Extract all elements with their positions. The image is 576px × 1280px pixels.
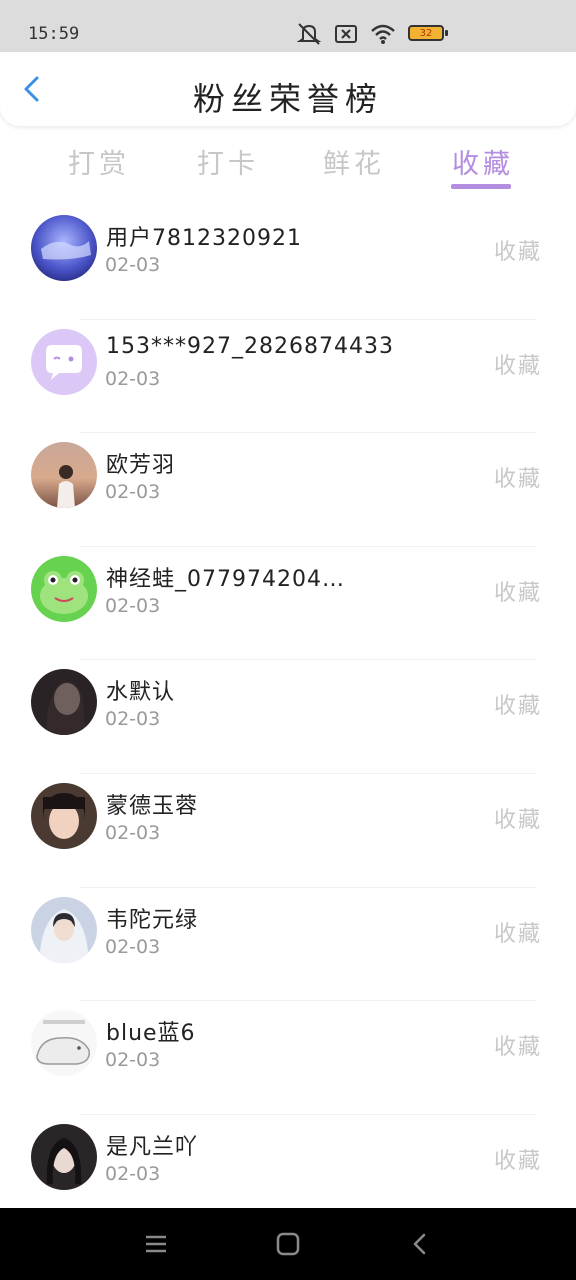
- battery-level: 32: [419, 27, 433, 39]
- action-label: 收藏: [493, 807, 542, 833]
- avatar: [31, 442, 97, 509]
- status-time: 15:59: [28, 24, 80, 44]
- action-label: 收藏: [493, 580, 542, 606]
- user-name: 神经蛙_077974204…: [106, 566, 345, 592]
- fan-list: 用户7812320921 02-03 收藏 153***927_28268744…: [0, 206, 576, 1228]
- item-date: 02-03: [105, 594, 161, 617]
- item-date: 02-03: [105, 1162, 161, 1185]
- system-nav-bar: [0, 1208, 576, 1280]
- list-item[interactable]: 153***927_2826874433 02-03 收藏: [0, 320, 576, 434]
- avatar: [31, 669, 97, 736]
- mute-icon: [296, 22, 322, 46]
- user-name: 欧芳羽: [106, 453, 176, 479]
- tab-favorites[interactable]: 收藏: [452, 142, 514, 181]
- action-label: 收藏: [493, 921, 542, 947]
- action-label: 收藏: [493, 240, 542, 265]
- list-item[interactable]: 水默认 02-03 收藏: [0, 660, 576, 774]
- user-name: blue蓝6: [106, 1021, 196, 1047]
- user-name: 蒙德玉蓉: [106, 793, 199, 819]
- tab-checkin[interactable]: 打卡: [197, 142, 259, 181]
- no-sim-icon: [334, 23, 358, 45]
- home-icon: [276, 1232, 300, 1256]
- header-bar: 粉丝荣誉榜: [0, 52, 576, 126]
- avatar: [31, 896, 97, 963]
- user-name: 水默认: [106, 680, 176, 706]
- list-item[interactable]: 韦陀元绿 02-03 收藏: [0, 888, 576, 1002]
- list-item[interactable]: 神经蛙_077974204… 02-03 收藏: [0, 547, 576, 661]
- list-item[interactable]: 蒙德玉蓉 02-03 收藏: [0, 774, 576, 888]
- action-label: 收藏: [493, 1035, 542, 1061]
- wifi-icon: [370, 23, 396, 45]
- user-name: 用户7812320921: [106, 226, 302, 251]
- item-date: 02-03: [105, 481, 161, 504]
- item-date: 02-03: [105, 1049, 161, 1072]
- avatar: [31, 328, 97, 395]
- list-item[interactable]: 欧芳羽 02-03 收藏: [0, 433, 576, 547]
- active-tab-indicator: [451, 184, 511, 189]
- item-date: 02-03: [105, 708, 161, 731]
- tab-reward[interactable]: 打赏: [68, 142, 130, 181]
- home-button[interactable]: [274, 1230, 302, 1258]
- action-label: 收藏: [493, 353, 542, 379]
- list-item[interactable]: 用户7812320921 02-03 收藏: [0, 206, 576, 320]
- avatar: [31, 1123, 97, 1190]
- item-date: 02-03: [105, 821, 161, 844]
- back-icon: [413, 1233, 426, 1255]
- status-bar: 15:59 32: [0, 0, 576, 52]
- avatar: [31, 215, 97, 281]
- tab-flowers[interactable]: 鲜花: [323, 142, 385, 181]
- user-name: 是凡兰吖: [106, 1134, 199, 1160]
- item-date: 02-03: [105, 367, 161, 390]
- avatar: [31, 782, 97, 849]
- action-label: 收藏: [493, 694, 542, 720]
- user-name: 153***927_2826874433: [106, 333, 394, 359]
- page-title: 粉丝荣誉榜: [192, 80, 383, 118]
- action-label: 收藏: [493, 467, 542, 493]
- avatar: [31, 1010, 97, 1077]
- menu-icon: [146, 1235, 166, 1253]
- user-name: 韦陀元绿: [106, 907, 199, 933]
- action-label: 收藏: [493, 1148, 542, 1174]
- status-icons: [296, 18, 396, 50]
- avatar: [31, 555, 97, 622]
- menu-button[interactable]: [142, 1230, 170, 1258]
- item-date: 02-03: [105, 254, 161, 276]
- battery-icon: 32: [408, 25, 448, 41]
- item-date: 02-03: [105, 935, 161, 958]
- nav-back-button[interactable]: [406, 1230, 434, 1258]
- list-item[interactable]: blue蓝6 02-03 收藏: [0, 1001, 576, 1115]
- tab-bar: 打赏 打卡 鲜花 收藏: [0, 136, 576, 196]
